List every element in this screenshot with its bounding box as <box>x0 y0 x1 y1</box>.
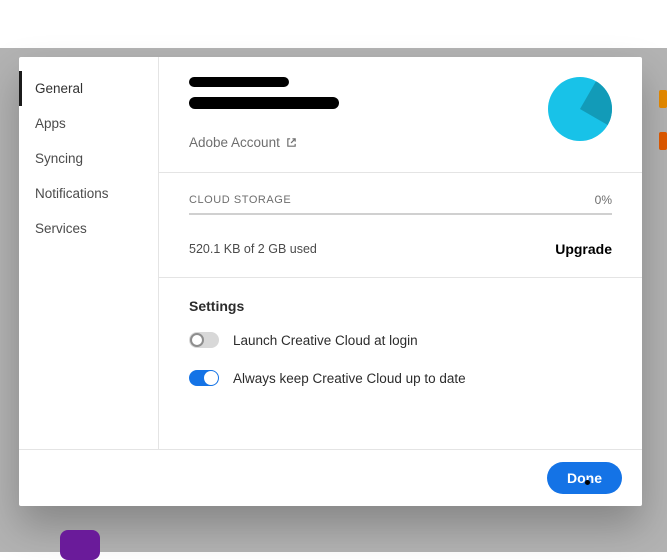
cursor-icon <box>585 480 590 485</box>
sidebar-item-services[interactable]: Services <box>19 211 158 246</box>
sidebar-item-label: General <box>35 81 83 96</box>
upgrade-link-label: Upgrade <box>555 241 612 257</box>
setting-row-launch-at-login: Launch Creative Cloud at login <box>189 332 612 348</box>
sidebar: General Apps Syncing Notifications Servi… <box>19 57 159 449</box>
settings-title: Settings <box>189 298 612 314</box>
sidebar-item-label: Services <box>35 221 87 236</box>
account-name-redacted <box>189 77 289 87</box>
preferences-dialog: General Apps Syncing Notifications Servi… <box>19 57 642 506</box>
adobe-account-link-label: Adobe Account <box>189 135 280 150</box>
upgrade-link[interactable]: Upgrade <box>555 241 612 257</box>
toggle-auto-update[interactable] <box>189 370 219 386</box>
sidebar-item-general[interactable]: General <box>19 71 158 106</box>
storage-progress-bar <box>189 213 612 215</box>
sidebar-item-apps[interactable]: Apps <box>19 106 158 141</box>
external-link-icon <box>286 137 297 148</box>
background-app-tile <box>60 530 100 560</box>
sidebar-item-label: Syncing <box>35 151 83 166</box>
setting-label: Launch Creative Cloud at login <box>233 333 418 348</box>
storage-section-label: CLOUD STORAGE <box>189 194 291 206</box>
sidebar-item-notifications[interactable]: Notifications <box>19 176 158 211</box>
background-accent-stripes <box>659 90 667 174</box>
dialog-footer: Done <box>19 450 642 506</box>
storage-section: CLOUD STORAGE 0% 520.1 KB of 2 GB used U… <box>159 173 642 278</box>
sidebar-item-syncing[interactable]: Syncing <box>19 141 158 176</box>
avatar <box>548 77 612 141</box>
storage-percent: 0% <box>595 193 612 207</box>
sidebar-item-label: Notifications <box>35 186 109 201</box>
settings-section: Settings Launch Creative Cloud at login <box>159 278 642 428</box>
account-section: Adobe Account <box>159 57 642 173</box>
setting-row-auto-update: Always keep Creative Cloud up to date <box>189 370 612 386</box>
account-email-redacted <box>189 97 339 109</box>
toggle-knob <box>190 333 204 347</box>
done-button[interactable]: Done <box>547 462 622 494</box>
storage-used-text: 520.1 KB of 2 GB used <box>189 242 317 256</box>
toggle-launch-at-login[interactable] <box>189 332 219 348</box>
toggle-knob <box>204 371 218 385</box>
sidebar-item-label: Apps <box>35 116 66 131</box>
dialog-body: General Apps Syncing Notifications Servi… <box>19 57 642 450</box>
adobe-account-link[interactable]: Adobe Account <box>189 135 297 150</box>
setting-label: Always keep Creative Cloud up to date <box>233 371 466 386</box>
account-info: Adobe Account <box>189 77 548 152</box>
main-scroll-wrap: Adobe Account <box>159 57 642 449</box>
page-root: General Apps Syncing Notifications Servi… <box>0 0 667 552</box>
main-scroll-area[interactable]: Adobe Account <box>159 57 642 449</box>
